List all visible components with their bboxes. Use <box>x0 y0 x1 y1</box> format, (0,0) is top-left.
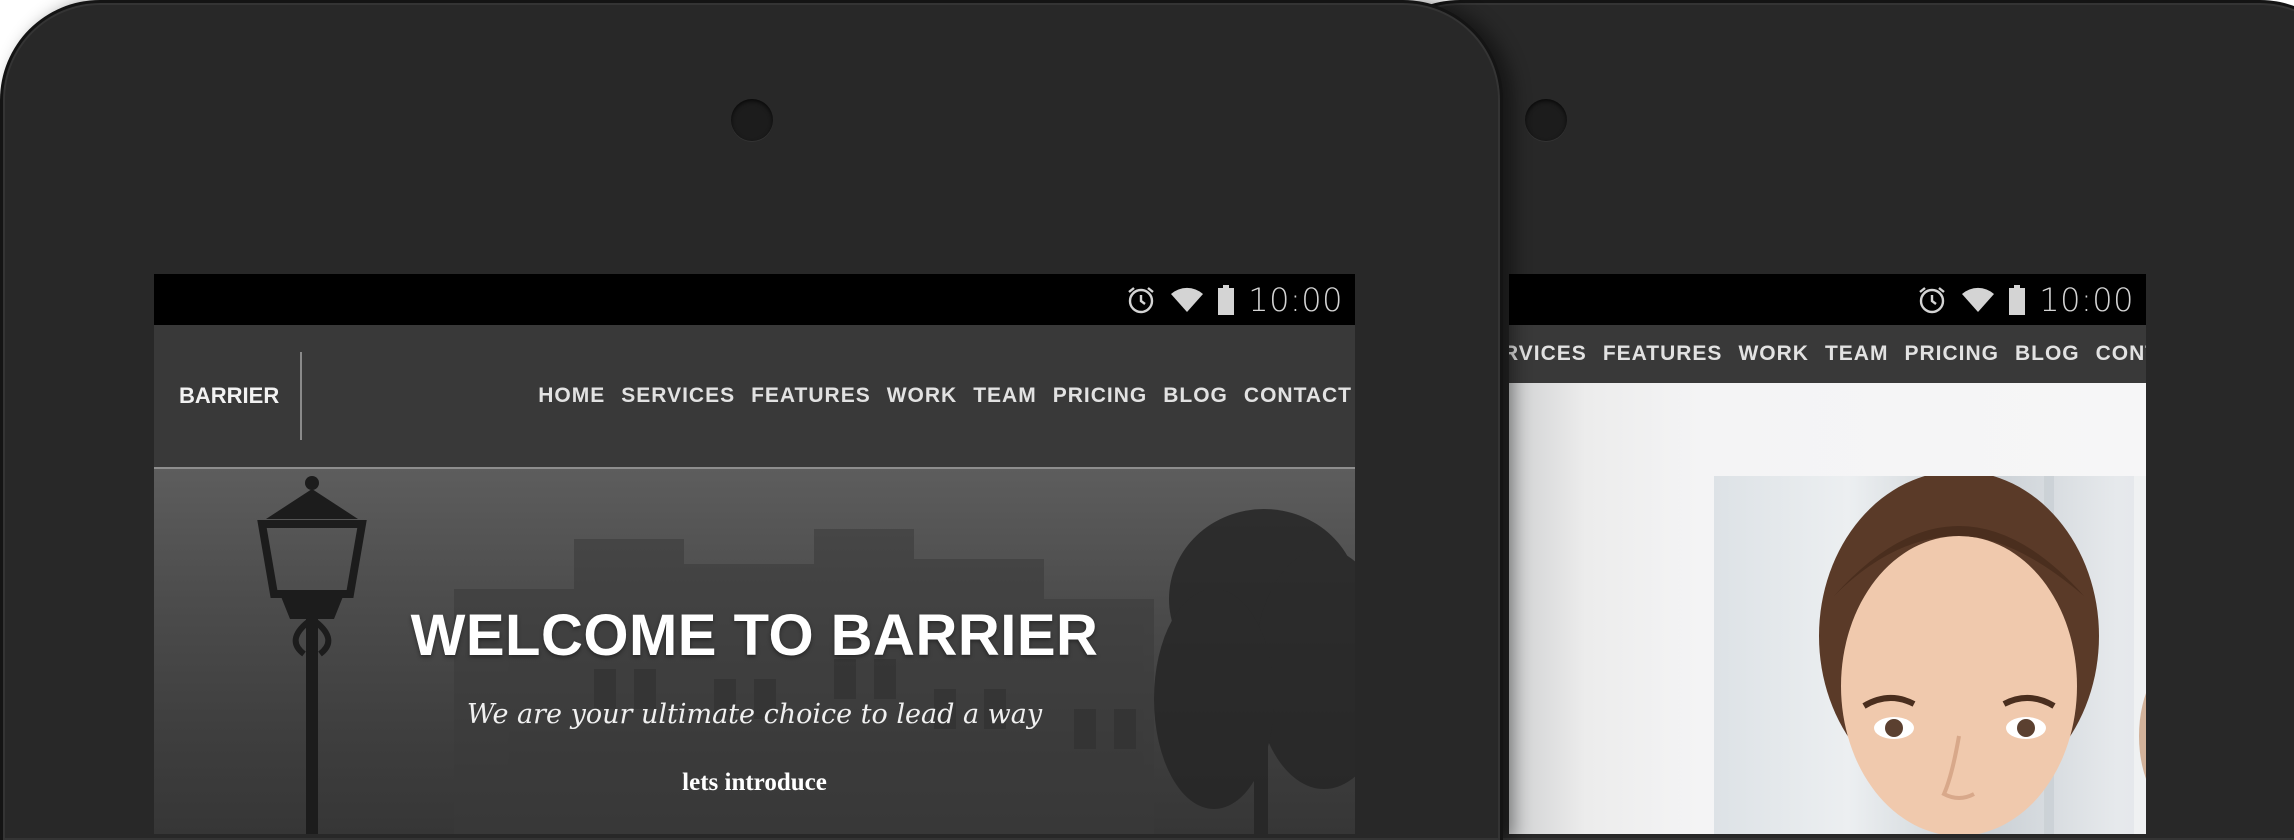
back-nav-links: RVICES FEATURES WORK TEAM PRICING BLOG C… <box>1509 325 2146 383</box>
nav-link-team[interactable]: TEAM <box>973 384 1037 408</box>
nav-link-contact[interactable]: CONTACT <box>1244 384 1352 408</box>
front-camera <box>731 99 773 141</box>
hero-title: WELCOME TO BARRIER <box>410 603 1099 668</box>
nav-link-team[interactable]: TEAM <box>1825 342 1889 366</box>
front-nav-links: HOME SERVICES FEATURES WORK TEAM PRICING… <box>538 325 1352 467</box>
nav-link-home[interactable]: HOME <box>538 384 605 408</box>
nav-link-features[interactable]: FEATURES <box>751 384 871 408</box>
back-status-bar: 10:00 <box>1509 274 2146 325</box>
hero-title-wrap: WELCOME TO BARRIER <box>154 602 1355 669</box>
team-photo-section <box>1509 383 2146 834</box>
nav-link-blog[interactable]: BLOG <box>1163 384 1228 408</box>
status-clock: 10:00 <box>1248 280 1343 319</box>
back-navbar: RVICES FEATURES WORK TEAM PRICING BLOG C… <box>1509 325 2146 383</box>
back-screen: 10:00 RVICES FEATURES WORK TEAM PRICING … <box>1509 274 2146 834</box>
front-navbar: BARRIER HOME SERVICES FEATURES WORK TEAM… <box>154 325 1355 469</box>
alarm-icon <box>1128 286 1155 313</box>
nav-link-work[interactable]: WORK <box>1738 342 1809 366</box>
nav-link-contact[interactable]: CONTACT <box>2096 342 2146 366</box>
nav-link-pricing[interactable]: PRICING <box>1053 384 1148 408</box>
front-tablet-frame: 10:00 BARRIER HOME SERVICES FEATURES WOR… <box>0 0 1503 840</box>
portrait-illustration <box>1819 476 2146 834</box>
battery-icon <box>1218 284 1235 315</box>
hero-section: WELCOME TO BARRIER We are your ultimate … <box>154 469 1355 834</box>
brand-logo[interactable]: BARRIER <box>179 383 279 409</box>
lets-introduce-link[interactable]: lets introduce <box>682 769 827 796</box>
nav-link-services[interactable]: RVICES <box>1509 342 1587 366</box>
front-screen: 10:00 BARRIER HOME SERVICES FEATURES WOR… <box>154 274 1355 834</box>
nav-link-blog[interactable]: BLOG <box>2015 342 2080 366</box>
hero-subtitle-wrap: We are your ultimate choice to lead a wa… <box>154 699 1355 730</box>
status-clock: 10:00 <box>2039 280 2134 319</box>
back-camera <box>1525 99 1567 141</box>
nav-link-features[interactable]: FEATURES <box>1603 342 1723 366</box>
wifi-icon <box>1171 287 1204 312</box>
battery-icon <box>2009 284 2026 315</box>
alarm-icon <box>1919 286 1946 313</box>
nav-link-pricing[interactable]: PRICING <box>1904 342 1999 366</box>
nav-link-work[interactable]: WORK <box>887 384 958 408</box>
wifi-icon <box>1962 287 1995 312</box>
front-status-bar: 10:00 <box>154 274 1355 325</box>
team-member-photo <box>1714 476 2146 834</box>
hero-subtitle: We are your ultimate choice to lead a wa… <box>466 699 1043 730</box>
hero-cta-wrap: lets introduce <box>154 769 1355 797</box>
nav-link-services[interactable]: SERVICES <box>621 384 735 408</box>
brand-divider <box>300 352 302 440</box>
